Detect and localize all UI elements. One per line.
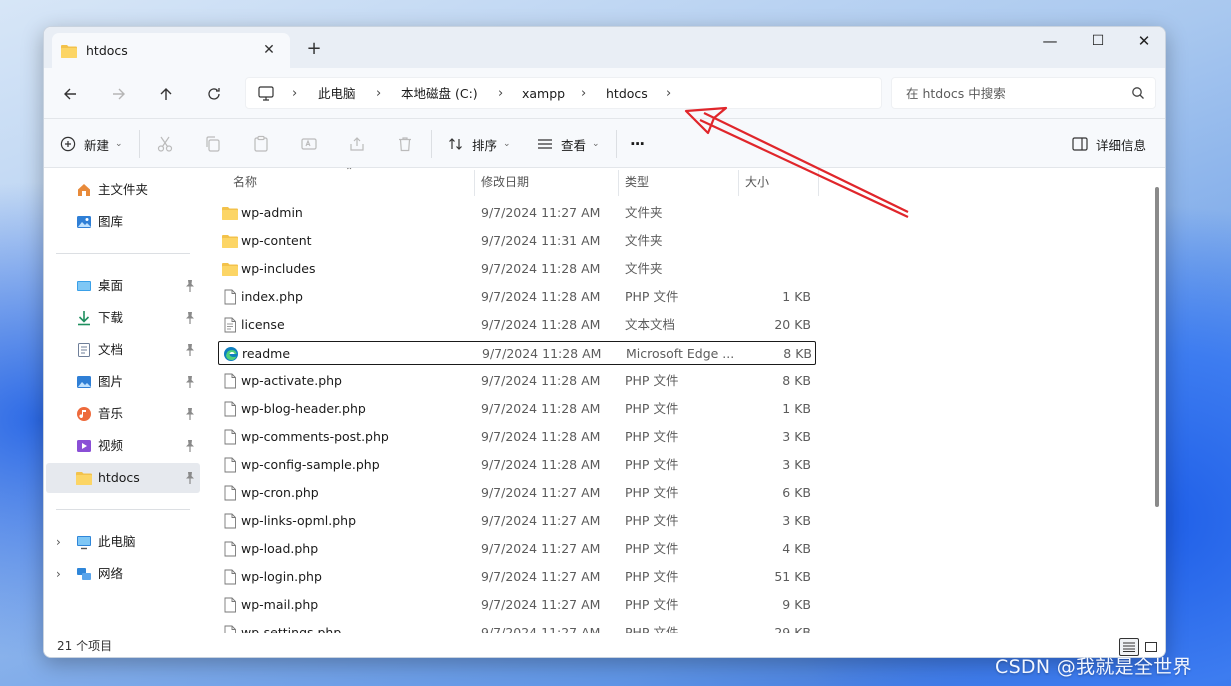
watermark-text: CSDN @我就是全世界 <box>995 656 1192 678</box>
annotation-arrow <box>684 106 909 218</box>
